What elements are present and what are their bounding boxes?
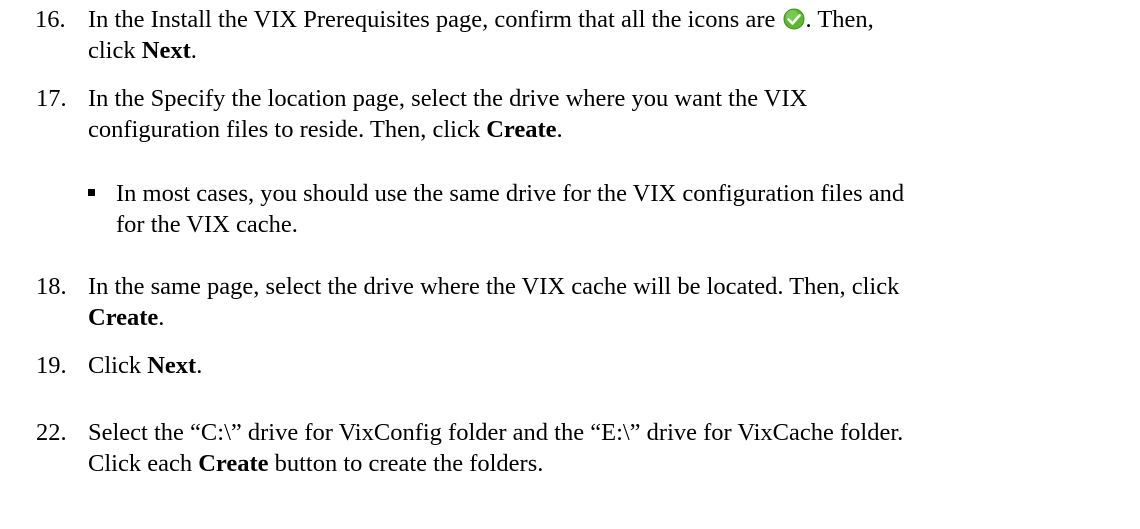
bold-next: Next bbox=[147, 352, 197, 379]
step-text: Click Next. bbox=[88, 352, 203, 379]
step-22: 22. Select the “C:\” drive for VixConfig… bbox=[36, 417, 1116, 479]
step-16: 16. In the Install the VIX Prerequisites… bbox=[35, 4, 1116, 66]
step-19: 19. Click Next. bbox=[36, 350, 1116, 381]
bold-create: Create bbox=[486, 116, 557, 143]
square-bullet-icon bbox=[88, 189, 95, 196]
green-check-icon bbox=[783, 8, 805, 30]
step-number: 16. bbox=[35, 6, 66, 33]
bold-create: Create bbox=[198, 450, 269, 477]
step-17: 17. In the Specify the location page, se… bbox=[36, 83, 1116, 145]
step-text: In the Specify the location page, select… bbox=[88, 85, 808, 143]
bullet-note: In most cases, you should use the same d… bbox=[88, 178, 1128, 240]
bullet-text: In most cases, you should use the same d… bbox=[116, 180, 905, 238]
bold-next: Next bbox=[141, 37, 191, 64]
step-text: Select the “C:\” drive for VixConfig fol… bbox=[88, 419, 904, 477]
step-text: In the Install the VIX Prerequisites pag… bbox=[88, 6, 874, 64]
step-number: 18. bbox=[36, 273, 67, 300]
step-number: 17. bbox=[36, 85, 67, 112]
bold-create: Create bbox=[88, 304, 159, 331]
step-number: 22. bbox=[36, 419, 67, 446]
step-number: 19. bbox=[36, 352, 67, 379]
step-18: 18. In the same page, select the drive w… bbox=[36, 271, 1116, 333]
step-text: In the same page, select the drive where… bbox=[88, 273, 900, 331]
document-page: 16. In the Install the VIX Prerequisites… bbox=[0, 0, 1140, 529]
